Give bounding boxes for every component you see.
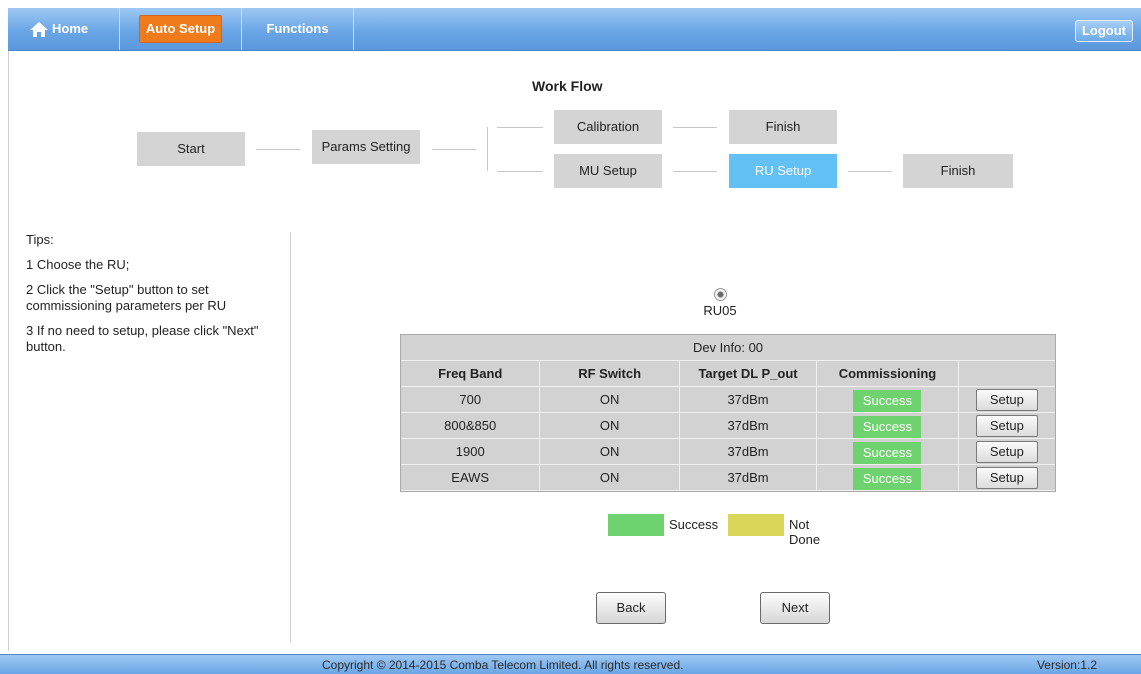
flow-connector bbox=[497, 171, 543, 172]
tip-item: 2 Click the "Setup" button to set commis… bbox=[26, 282, 227, 313]
step-finish-calibration: Finish bbox=[729, 110, 837, 144]
step-finish-ru: Finish bbox=[903, 154, 1013, 188]
action-cell: Setup bbox=[958, 439, 1055, 465]
flow-connector bbox=[497, 127, 543, 128]
flow-connector bbox=[673, 171, 717, 172]
rf-switch-cell: ON bbox=[540, 387, 680, 413]
action-cell: Setup bbox=[958, 413, 1055, 439]
nav-home[interactable]: Home bbox=[8, 8, 120, 50]
step-params-setting: Params Setting bbox=[312, 130, 420, 164]
legend-not-done-swatch bbox=[728, 514, 784, 536]
status-badge: Success bbox=[853, 415, 922, 438]
step-mu-setup: MU Setup bbox=[554, 154, 662, 188]
table-row: EAWS ON 37dBm Success Setup bbox=[401, 465, 1055, 491]
step-ru-setup: RU Setup bbox=[729, 154, 837, 188]
commissioning-cell: Success bbox=[817, 413, 959, 439]
freq-band-cell: 800&850 bbox=[401, 413, 541, 439]
freq-band-cell: 1900 bbox=[401, 439, 541, 465]
ru-label: RU05 bbox=[703, 303, 737, 318]
ru-selector: RU05 bbox=[700, 288, 740, 318]
back-button[interactable]: Back bbox=[596, 592, 666, 624]
column-header: Commissioning bbox=[817, 361, 959, 387]
rf-switch-cell: ON bbox=[540, 439, 680, 465]
dev-info: Dev Info: 00 bbox=[401, 335, 1055, 361]
nav-functions-label: Functions bbox=[266, 21, 329, 36]
tips-heading: Tips: bbox=[26, 232, 54, 247]
nav-home-label: Home bbox=[52, 21, 89, 36]
footer: Copyright © 2014-2015 Comba Telecom Limi… bbox=[0, 654, 1141, 674]
copyright-text: Copyright © 2014-2015 Comba Telecom Limi… bbox=[322, 658, 684, 672]
legend-success-label: Success bbox=[669, 517, 719, 532]
column-header bbox=[958, 361, 1055, 387]
home-icon bbox=[30, 22, 48, 37]
next-button[interactable]: Next bbox=[760, 592, 830, 624]
step-start: Start bbox=[137, 132, 245, 166]
flow-connector bbox=[848, 171, 892, 172]
commissioning-cell: Success bbox=[817, 439, 959, 465]
column-header: Freq Band bbox=[401, 361, 541, 387]
nav-functions[interactable]: Functions bbox=[242, 8, 354, 50]
flow-connector bbox=[432, 149, 476, 150]
commissioning-cell: Success bbox=[817, 465, 959, 491]
status-badge: Success bbox=[853, 441, 922, 464]
setup-button[interactable]: Setup bbox=[975, 466, 1038, 489]
logout-button[interactable]: Logout bbox=[1074, 20, 1133, 42]
version-text: Version:1.2 bbox=[1036, 658, 1097, 672]
flow-connector bbox=[673, 127, 717, 128]
commissioning-cell: Success bbox=[817, 387, 959, 413]
tip-item: 1 Choose the RU; bbox=[26, 257, 130, 272]
setup-button[interactable]: Setup bbox=[975, 440, 1038, 463]
flow-connector bbox=[256, 149, 300, 150]
rf-switch-cell: ON bbox=[540, 413, 680, 439]
panel-divider bbox=[290, 232, 291, 642]
target-pout-cell: 37dBm bbox=[679, 387, 818, 413]
table-row: 1900 ON 37dBm Success Setup bbox=[401, 439, 1055, 465]
table-row: 700 ON 37dBm Success Setup bbox=[401, 387, 1055, 413]
step-calibration: Calibration bbox=[554, 110, 662, 144]
action-cell: Setup bbox=[958, 465, 1055, 491]
column-header: Target DL P_out bbox=[679, 361, 818, 387]
setup-button[interactable]: Setup bbox=[975, 388, 1038, 411]
nav-auto-setup[interactable]: Auto Setup bbox=[120, 8, 242, 50]
flow-branch bbox=[487, 127, 488, 171]
freq-band-cell: EAWS bbox=[401, 465, 541, 491]
rf-switch-cell: ON bbox=[540, 465, 680, 491]
target-pout-cell: 37dBm bbox=[679, 413, 818, 439]
top-nav-bar: Home Auto Setup Functions Logout bbox=[8, 8, 1141, 51]
freq-band-cell: 700 bbox=[401, 387, 541, 413]
legend-not-done-label: Not Done bbox=[789, 517, 821, 547]
workflow-title: Work Flow bbox=[532, 78, 603, 94]
tips-panel: Tips: 1 Choose the RU; 2 Click the "Setu… bbox=[26, 232, 276, 364]
nav-auto-setup-label: Auto Setup bbox=[138, 15, 223, 43]
tip-item: 3 If no need to setup, please click "Nex… bbox=[26, 323, 259, 354]
table-row: 800&850 ON 37dBm Success Setup bbox=[401, 413, 1055, 439]
column-header: RF Switch bbox=[540, 361, 680, 387]
legend-success-swatch bbox=[608, 514, 664, 536]
commissioning-table: Dev Info: 00 Freq Band RF Switch Target … bbox=[400, 334, 1056, 492]
target-pout-cell: 37dBm bbox=[679, 439, 818, 465]
status-badge: Success bbox=[853, 467, 922, 490]
ru-radio-button[interactable] bbox=[713, 288, 727, 301]
action-cell: Setup bbox=[958, 387, 1055, 413]
target-pout-cell: 37dBm bbox=[679, 465, 818, 491]
setup-button[interactable]: Setup bbox=[975, 414, 1038, 437]
status-badge: Success bbox=[853, 389, 922, 412]
